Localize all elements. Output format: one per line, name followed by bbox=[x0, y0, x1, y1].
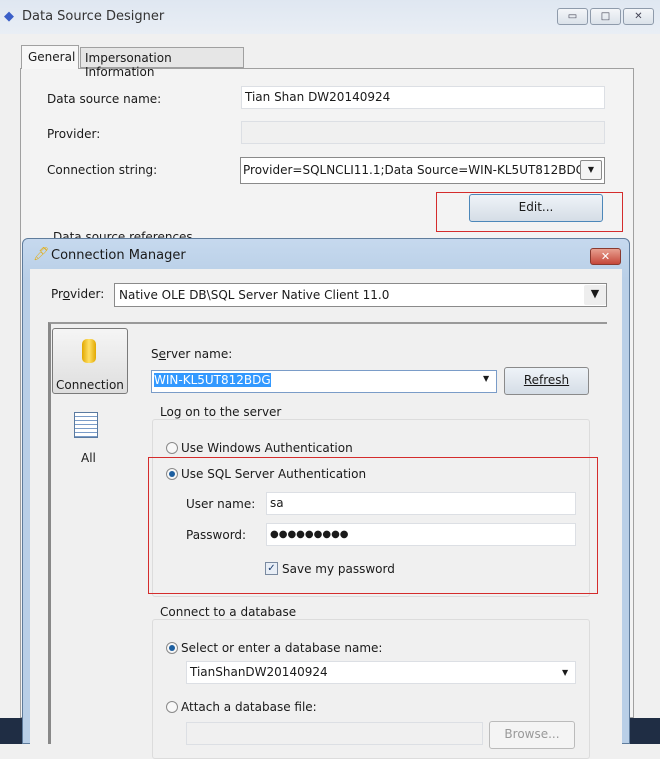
save-password-checkbox[interactable]: ✓ bbox=[265, 562, 278, 575]
window-title: Data Source Designer bbox=[22, 9, 165, 24]
attach-db-label[interactable]: Attach a database file: bbox=[181, 700, 317, 714]
attach-db-input[interactable] bbox=[186, 722, 483, 745]
close-button[interactable]: ✕ bbox=[623, 8, 654, 25]
dialog-provider-label: Provider: bbox=[51, 287, 105, 301]
name-label: Data source name: bbox=[47, 92, 162, 106]
server-name-value: WIN-KL5UT812BDG bbox=[154, 373, 271, 387]
nav-all-label: All bbox=[81, 451, 96, 465]
provider-field bbox=[241, 121, 605, 144]
database-dropdown-icon[interactable]: ▼ bbox=[562, 668, 568, 677]
windows-auth-label[interactable]: Use Windows Authentication bbox=[181, 441, 353, 455]
sql-auth-label[interactable]: Use SQL Server Authentication bbox=[181, 467, 366, 481]
name-input[interactable]: Tian Shan DW20140924 bbox=[241, 86, 605, 109]
tab-general[interactable]: General bbox=[21, 45, 79, 69]
browse-button[interactable]: Browse... bbox=[489, 721, 575, 749]
windows-auth-radio[interactable] bbox=[166, 442, 178, 454]
conn-string-label: Connection string: bbox=[47, 163, 158, 177]
dialog-icon: 🖊 bbox=[33, 247, 50, 262]
conn-string-input[interactable]: Provider=SQLNCLI11.1;Data Source=WIN-KL5… bbox=[240, 157, 605, 184]
attach-db-radio[interactable] bbox=[166, 701, 178, 713]
password-label: Password: bbox=[186, 528, 247, 542]
refresh-label: Refresh bbox=[523, 373, 570, 387]
server-name-input[interactable]: WIN-KL5UT812BDG bbox=[151, 370, 497, 393]
password-input[interactable]: ●●●●●●●●● bbox=[266, 523, 576, 546]
save-password-label[interactable]: Save my password bbox=[282, 562, 395, 576]
database-icon bbox=[82, 339, 96, 363]
select-db-label[interactable]: Select or enter a database name: bbox=[181, 641, 382, 655]
database-group-label: Connect to a database bbox=[157, 605, 300, 619]
dialog-provider-select[interactable]: Native OLE DB\SQL Server Native Client 1… bbox=[114, 283, 607, 307]
sql-auth-radio[interactable] bbox=[166, 468, 178, 480]
taskbar-left bbox=[0, 718, 22, 744]
nav-connection-label: Connection bbox=[56, 378, 124, 392]
logon-group-label: Log on to the server bbox=[157, 405, 285, 419]
maximize-button[interactable]: □ bbox=[590, 8, 621, 25]
dialog-close-button[interactable]: ✕ bbox=[590, 248, 621, 265]
conn-string-dropdown[interactable]: ▼ bbox=[580, 160, 602, 180]
nav-all[interactable]: All bbox=[52, 408, 128, 468]
provider-label: Provider: bbox=[47, 127, 101, 141]
user-name-label: User name: bbox=[186, 497, 256, 511]
server-dropdown-icon[interactable]: ▼ bbox=[483, 374, 489, 383]
nav-connection[interactable]: Connection bbox=[52, 328, 128, 394]
provider-dropdown-icon[interactable]: ▼ bbox=[584, 285, 606, 305]
properties-icon bbox=[74, 412, 98, 438]
title-bar: ◆ Data Source Designer ▭ □ ✕ bbox=[0, 0, 660, 34]
edit-button[interactable]: Edit... bbox=[469, 194, 603, 222]
refs-label: Data source references bbox=[53, 230, 193, 238]
database-name-combo[interactable]: TianShanDW20140924 bbox=[186, 661, 576, 684]
app-icon: ◆ bbox=[4, 9, 14, 24]
taskbar-right bbox=[630, 718, 660, 744]
refresh-button[interactable]: Refresh bbox=[504, 367, 589, 395]
server-name-label: Server name: bbox=[151, 347, 233, 361]
select-db-radio[interactable] bbox=[166, 642, 178, 654]
minimize-button[interactable]: ▭ bbox=[557, 8, 588, 25]
dialog-title: Connection Manager bbox=[51, 248, 186, 263]
tab-impersonation[interactable]: Impersonation Information bbox=[80, 47, 244, 79]
user-name-input[interactable]: sa bbox=[266, 492, 576, 515]
